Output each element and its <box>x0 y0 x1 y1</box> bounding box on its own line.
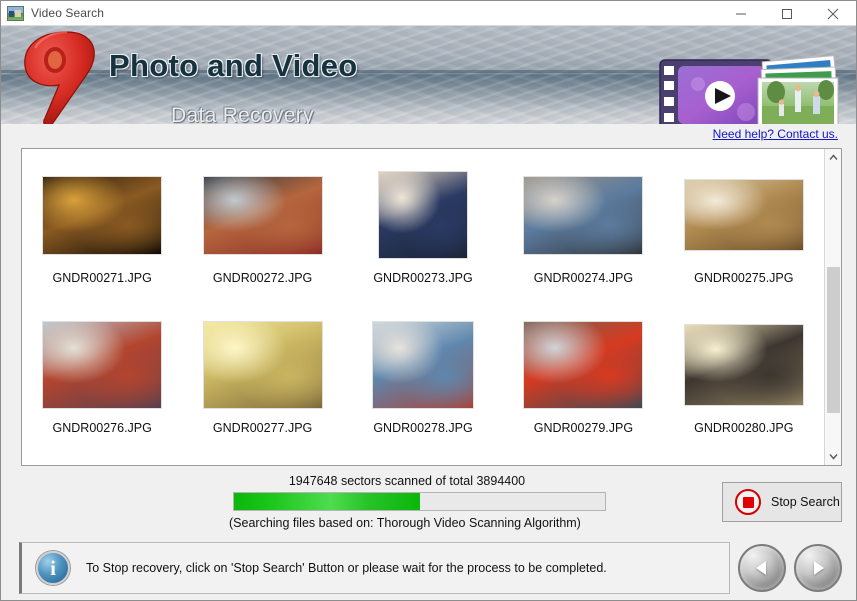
red-nine-logo <box>24 30 95 124</box>
thumbnail-image-box <box>524 321 643 409</box>
thumbnail-item[interactable]: GNDR00271.JPG <box>22 171 182 321</box>
scan-status-text: 1947648 sectors scanned of total 3894400 <box>288 474 526 488</box>
app-banner: Photo and Video Data Recovery <box>1 26 856 124</box>
thumbnail-image-box <box>524 171 643 259</box>
thumbnail-grid[interactable]: GNDR00271.JPG GNDR00272.JPG GNDR00273.JPG G… <box>22 149 824 465</box>
next-button[interactable] <box>794 544 842 592</box>
stop-square-icon <box>735 489 761 515</box>
scan-algorithm-note: (Searching files based on: Thorough Vide… <box>229 516 581 530</box>
info-box: i To Stop recovery, click on 'Stop Searc… <box>19 542 730 594</box>
thumbnail-label: GNDR00276.JPG <box>52 421 152 435</box>
thumbnail-image-box <box>203 171 322 259</box>
thumbnail-item[interactable]: GNDR00277.JPG <box>182 321 342 465</box>
title-bar: Video Search <box>1 1 856 26</box>
thumbnail-label: GNDR00280.JPG <box>694 421 794 435</box>
thumbnail-image-box <box>684 321 803 409</box>
navigation-buttons <box>738 544 842 592</box>
thumbnail-image[interactable] <box>684 180 803 250</box>
thumbnail-image[interactable] <box>203 176 322 254</box>
scan-progress-fill <box>234 493 420 510</box>
thumbnail-item[interactable]: GNDR00273.JPG <box>343 171 503 321</box>
thumbnail-image[interactable] <box>43 322 162 408</box>
thumbnail-item[interactable]: GNDR00280.JPG <box>664 321 824 465</box>
thumbnail-label: GNDR00272.JPG <box>212 271 313 285</box>
next-arrow-icon <box>814 561 824 575</box>
video-frame-with-photo-stack-icon <box>659 55 839 124</box>
photo-icon <box>7 5 24 21</box>
thumbnail-image[interactable] <box>203 322 322 408</box>
results-panel: GNDR00271.JPG GNDR00272.JPG GNDR00273.JPG G… <box>21 148 842 466</box>
back-arrow-icon <box>756 561 766 575</box>
close-button[interactable] <box>810 1 856 26</box>
chevron-up-icon[interactable] <box>825 149 842 166</box>
thumbnail-label: GNDR00273.JPG <box>373 271 473 285</box>
scrollbar-thumb[interactable] <box>827 267 840 413</box>
chevron-down-icon[interactable] <box>825 448 842 465</box>
thumbnail-image-box <box>379 171 468 259</box>
thumbnail-image[interactable] <box>524 322 643 408</box>
stop-search-label: Stop Search <box>771 495 840 509</box>
contact-us-link[interactable]: Need help? Contact us. <box>713 127 838 141</box>
banner-subtitle: Data Recovery <box>171 104 314 124</box>
minimize-button[interactable] <box>718 1 764 26</box>
thumbnail-image[interactable] <box>524 176 643 254</box>
thumbnail-image-box <box>373 321 474 409</box>
thumbnail-label: GNDR00279.JPG <box>533 421 634 435</box>
window-controls <box>718 1 856 26</box>
thumbnail-image[interactable] <box>43 176 162 254</box>
progress-area: 1947648 sectors scanned of total 3894400… <box>21 474 842 536</box>
thumbnail-item[interactable]: GNDR00278.JPG <box>343 321 503 465</box>
thumbnail-row: GNDR00276.JPG GNDR00277.JPG GNDR00278.JPG G… <box>22 321 824 465</box>
thumbnail-row: GNDR00271.JPG GNDR00272.JPG GNDR00273.JPG G… <box>22 171 824 321</box>
thumbnail-item[interactable]: GNDR00275.JPG <box>664 171 824 321</box>
stop-search-button[interactable]: Stop Search <box>722 482 842 522</box>
thumbnail-item[interactable]: GNDR00276.JPG <box>22 321 182 465</box>
thumbnail-image[interactable] <box>373 322 474 408</box>
app-window: Video Search Photo and Video Data Recove… <box>0 0 857 601</box>
thumbnail-image-box <box>43 321 162 409</box>
thumbnail-label: GNDR00274.JPG <box>533 271 634 285</box>
banner-title: Photo and Video <box>109 48 358 83</box>
thumbnail-label: GNDR00278.JPG <box>373 421 473 435</box>
window-title: Video Search <box>31 6 105 20</box>
thumbnail-image-box <box>43 171 162 259</box>
thumbnail-label: GNDR00275.JPG <box>694 271 794 285</box>
info-icon: i <box>36 551 70 585</box>
thumbnail-image-box <box>203 321 322 409</box>
thumbnail-item[interactable]: GNDR00272.JPG <box>182 171 342 321</box>
thumbnail-image[interactable] <box>684 325 803 405</box>
thumbnail-image[interactable] <box>379 172 468 258</box>
maximize-button[interactable] <box>764 1 810 26</box>
scan-progress-bar <box>233 492 606 511</box>
thumbnail-label: GNDR00277.JPG <box>212 421 313 435</box>
thumbnail-label: GNDR00271.JPG <box>52 271 152 285</box>
thumbnail-item[interactable]: GNDR00279.JPG <box>503 321 663 465</box>
bottom-bar: i To Stop recovery, click on 'Stop Searc… <box>19 542 842 594</box>
info-message: To Stop recovery, click on 'Stop Search'… <box>86 561 607 575</box>
thumbnail-item[interactable]: GNDR00274.JPG <box>503 171 663 321</box>
help-row: Need help? Contact us. <box>1 124 856 144</box>
results-scrollbar[interactable] <box>824 149 841 465</box>
back-button[interactable] <box>738 544 786 592</box>
thumbnail-image-box <box>684 171 803 259</box>
